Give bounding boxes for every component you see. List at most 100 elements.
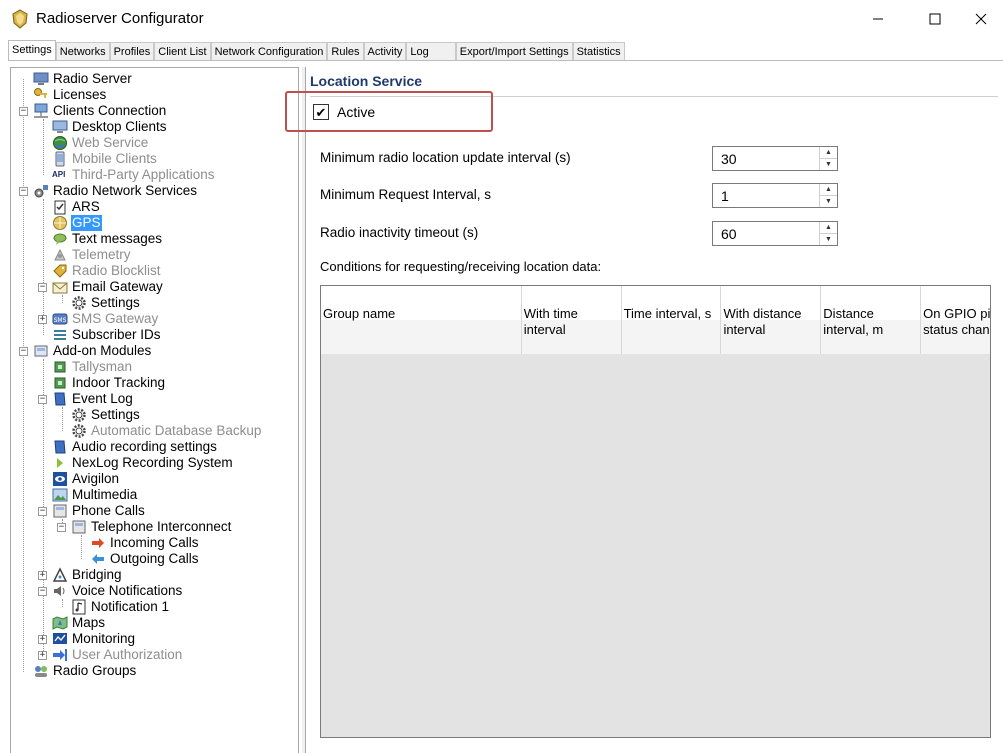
tree-node-add-on-modules[interactable]: Add-on Modules (33, 343, 152, 359)
tree-node-telemetry[interactable]: Telemetry (52, 247, 132, 263)
minimize-button[interactable] (855, 0, 901, 38)
stepper-down-arrow-icon[interactable]: ▼ (820, 234, 837, 245)
tree-node-indoor-tracking[interactable]: Indoor Tracking (52, 375, 166, 391)
tree-node-licenses[interactable]: Licenses (33, 87, 107, 103)
tree-node-maps[interactable]: Maps (52, 615, 106, 631)
tree-node-gps[interactable]: GPS (52, 215, 102, 231)
stepper-down-arrow-icon[interactable]: ▼ (820, 159, 837, 170)
tree-node-notification-1[interactable]: Notification 1 (71, 599, 170, 615)
min-request-interval-stepper[interactable]: 1 ▲ ▼ (712, 183, 838, 208)
tree-node-bridging[interactable]: Bridging (52, 567, 123, 583)
tree-node-radio-blocklist[interactable]: Radio Blocklist (52, 263, 162, 279)
tree-node-monitoring[interactable]: Monitoring (52, 631, 136, 647)
tree-node-event-log-settings[interactable]: Settings (71, 407, 141, 423)
conditions-grid[interactable]: Group name With time interval Time inter… (320, 285, 991, 738)
tree-node-event-log[interactable]: Event Log (52, 391, 134, 407)
column-header-time-interval[interactable]: Time interval, s (621, 286, 722, 354)
collapse-toggle[interactable]: − (57, 523, 66, 532)
play-arrow-icon (57, 458, 63, 468)
sms-icon: SMS (52, 313, 68, 325)
tab-settings[interactable]: Settings (8, 40, 56, 61)
expand-toggle[interactable]: + (38, 571, 47, 580)
phone-icon (53, 504, 67, 518)
close-button[interactable] (958, 0, 1003, 38)
tree-node-radio-groups[interactable]: Radio Groups (33, 663, 137, 679)
tree-node-email-settings[interactable]: Settings (71, 295, 141, 311)
tree-node-telephone-interconnect[interactable]: Telephone Interconnect (71, 519, 232, 535)
tree-node-web-service[interactable]: Web Service (52, 135, 149, 151)
monitor-chart-icon (53, 633, 67, 644)
checklist-icon (54, 200, 66, 215)
tab-activity[interactable]: Activity (363, 42, 407, 61)
tree-node-third-party-applications[interactable]: API Third-Party Applications (52, 167, 216, 183)
tree-node-tallysman[interactable]: Tallysman (52, 359, 133, 375)
tab-networks[interactable]: Networks (55, 42, 110, 61)
minimize-icon (873, 18, 883, 20)
highlight-box (285, 91, 493, 132)
column-header-with-distance-interval[interactable]: With distance interval (721, 286, 822, 354)
tab-client-list[interactable]: Client List (154, 42, 211, 61)
column-header-group-name[interactable]: Group name (321, 286, 522, 354)
tree-node-radio-server[interactable]: Radio Server (33, 71, 133, 87)
tree-node-voice-notifications[interactable]: Voice Notifications (52, 583, 183, 599)
collapse-toggle[interactable]: − (38, 395, 47, 404)
tab-profiles[interactable]: Profiles (109, 42, 155, 61)
tree-node-mobile-clients[interactable]: Mobile Clients (52, 151, 158, 167)
eye-icon (53, 472, 67, 486)
tab-network-configuration[interactable]: Network Configuration (210, 42, 328, 61)
collapse-toggle[interactable]: − (19, 347, 28, 356)
tree-node-phone-calls[interactable]: Phone Calls (52, 503, 146, 519)
tree-node-ars[interactable]: ARS (52, 199, 101, 215)
list-icon (54, 330, 66, 340)
column-header-distance-interval[interactable]: Distance interval, m (821, 286, 922, 354)
image-icon (52, 488, 68, 502)
phone-device-icon (55, 151, 65, 167)
gear-icon (72, 424, 86, 438)
collapse-toggle[interactable]: − (38, 507, 47, 516)
monitor-icon (52, 120, 68, 133)
collapse-toggle[interactable]: − (19, 107, 28, 116)
collapse-toggle[interactable]: − (38, 283, 47, 292)
min-update-interval-stepper[interactable]: 30 ▲ ▼ (712, 146, 838, 171)
tree-node-clients-connection[interactable]: Clients Connection (33, 103, 167, 119)
expand-toggle[interactable]: + (38, 651, 47, 660)
tree-node-email-gateway[interactable]: Email Gateway (52, 279, 164, 295)
stepper-up-arrow-icon[interactable]: ▲ (820, 147, 837, 159)
tree-node-multimedia[interactable]: Multimedia (52, 487, 138, 503)
gear-icon (72, 296, 86, 310)
collapse-toggle[interactable]: − (19, 187, 28, 196)
tree-node-avigilon[interactable]: Avigilon (52, 471, 120, 487)
column-header-on-gpio-pin-status-change[interactable]: On GPIO pin status change (921, 286, 990, 354)
stepper-down-arrow-icon[interactable]: ▼ (820, 196, 837, 207)
expand-toggle[interactable]: + (38, 635, 47, 644)
tree-node-automatic-database-backup[interactable]: Automatic Database Backup (71, 423, 262, 439)
stepper-up-arrow-icon[interactable]: ▲ (820, 184, 837, 196)
speaker-icon (54, 586, 65, 596)
tab-statistics[interactable]: Statistics (572, 42, 625, 61)
tree-node-radio-network-services[interactable]: Radio Network Services (33, 183, 198, 199)
tree-node-text-messages[interactable]: Text messages (52, 231, 163, 247)
collapse-toggle[interactable]: − (38, 587, 47, 596)
close-icon (975, 13, 987, 25)
settings-tree[interactable]: Radio Server Licenses − Clients Connecti… (10, 67, 299, 753)
tab-log[interactable]: Log (406, 42, 456, 61)
tree-node-sms-gateway[interactable]: SMS SMS Gateway (52, 311, 159, 327)
maximize-button[interactable] (912, 0, 958, 38)
tree-connector (23, 79, 24, 672)
expand-toggle[interactable]: + (38, 315, 47, 324)
stepper-up-arrow-icon[interactable]: ▲ (820, 222, 837, 234)
tree-node-incoming-calls[interactable]: Incoming Calls (90, 535, 200, 551)
tree-connector (81, 535, 82, 559)
tab-export-import-settings[interactable]: Export/Import Settings (455, 42, 573, 61)
tree-node-nexlog-recording-system[interactable]: NexLog Recording System (52, 455, 234, 471)
tree-node-user-authorization[interactable]: User Authorization (52, 647, 183, 663)
column-header-with-time-interval[interactable]: With time interval (521, 286, 622, 354)
tree-node-audio-recording-settings[interactable]: Audio recording settings (52, 439, 218, 455)
tree-node-desktop-clients[interactable]: Desktop Clients (52, 119, 168, 135)
tree-node-outgoing-calls[interactable]: Outgoing Calls (90, 551, 200, 567)
inactivity-timeout-stepper[interactable]: 60 ▲ ▼ (712, 221, 838, 246)
tab-rules[interactable]: Rules (327, 42, 364, 61)
svg-text:SMS: SMS (54, 317, 67, 324)
tree-connector (43, 119, 44, 175)
tree-node-subscriber-ids[interactable]: Subscriber IDs (52, 327, 162, 343)
